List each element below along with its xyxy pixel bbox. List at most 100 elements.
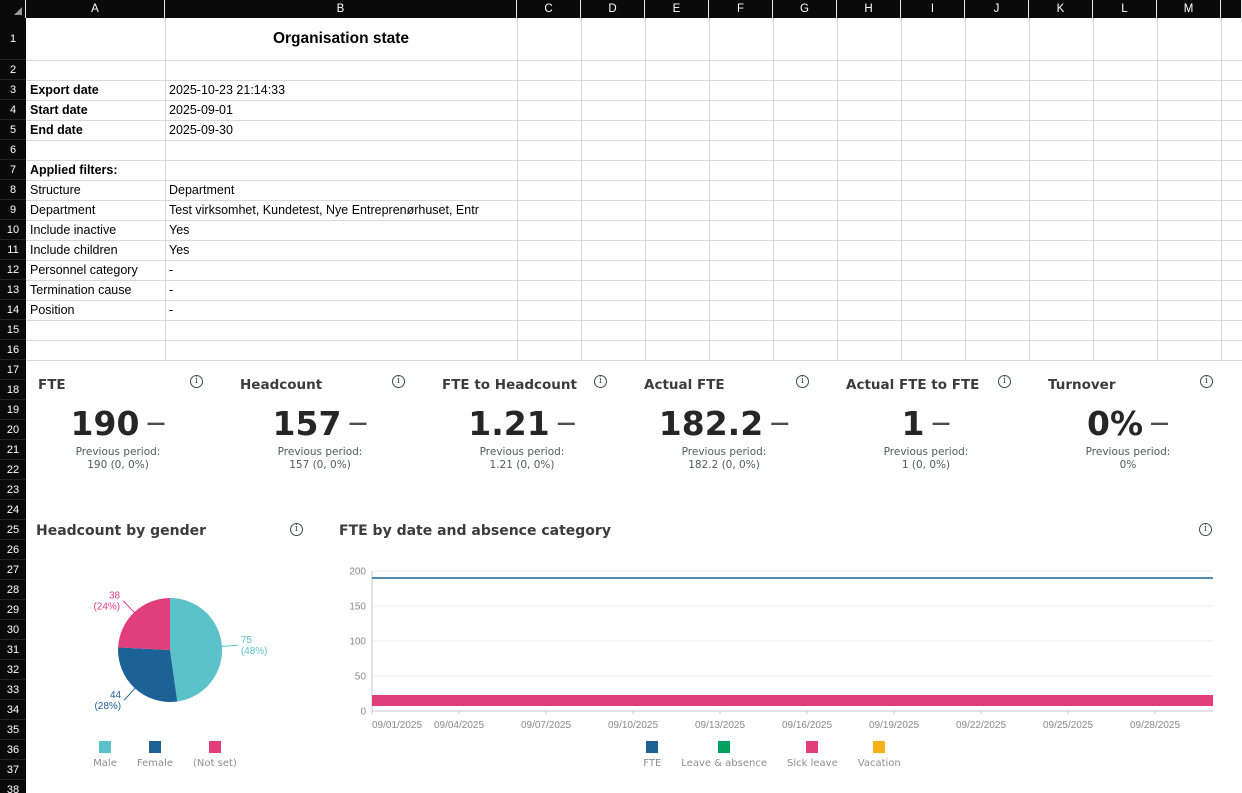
trend-flat-icon: — xyxy=(348,412,368,434)
row-header-6[interactable]: 6 xyxy=(0,140,26,160)
row-header-7[interactable]: 7 xyxy=(0,160,26,180)
row-header-8[interactable]: 8 xyxy=(0,180,26,200)
row-header-33[interactable]: 33 xyxy=(0,680,26,700)
cell-B5[interactable]: 2025-09-30 xyxy=(169,120,516,140)
cell-B4[interactable]: 2025-09-01 xyxy=(169,100,516,120)
row-header-35[interactable]: 35 xyxy=(0,720,26,740)
column-header-F[interactable]: F xyxy=(709,0,773,18)
cell-A12[interactable]: Personnel category xyxy=(30,260,165,280)
row-header-3[interactable]: 3 xyxy=(0,80,26,100)
row-header-36[interactable]: 36 xyxy=(0,740,26,760)
row-header-24[interactable]: 24 xyxy=(0,500,26,520)
row-header-29[interactable]: 29 xyxy=(0,600,26,620)
info-icon[interactable]: i xyxy=(190,375,203,388)
info-icon-pie[interactable]: i xyxy=(290,523,303,536)
row-header-32[interactable]: 32 xyxy=(0,660,26,680)
kpi-header: FTE to Headcount xyxy=(442,374,602,393)
trend-flat-icon: — xyxy=(770,412,790,434)
row-header-23[interactable]: 23 xyxy=(0,480,26,500)
row-header-27[interactable]: 27 xyxy=(0,560,26,580)
row-header-31[interactable]: 31 xyxy=(0,640,26,660)
cell-B11[interactable]: Yes xyxy=(169,240,516,260)
column-header-L[interactable]: L xyxy=(1093,0,1157,18)
cell-A13[interactable]: Termination cause xyxy=(30,280,165,300)
info-icon[interactable]: i xyxy=(796,375,809,388)
column-header-C[interactable]: C xyxy=(517,0,581,18)
row-header-14[interactable]: 14 xyxy=(0,300,26,320)
row-header-21[interactable]: 21 xyxy=(0,440,26,460)
column-header-M[interactable]: M xyxy=(1157,0,1221,18)
cell-A14[interactable]: Position xyxy=(30,300,165,320)
pie-chart[interactable]: 75(48%) 44(28%) 38(24%) xyxy=(30,540,330,740)
column-header-G[interactable]: G xyxy=(773,0,837,18)
trend-flat-icon: — xyxy=(1150,412,1170,434)
row-header-10[interactable]: 10 xyxy=(0,220,26,240)
cell-A9[interactable]: Department xyxy=(30,200,165,220)
cell-B3[interactable]: 2025-10-23 21:14:33 xyxy=(169,80,516,100)
row-header-13[interactable]: 13 xyxy=(0,280,26,300)
cell-B13[interactable]: - xyxy=(169,280,516,300)
row-header-25[interactable]: 25 xyxy=(0,520,26,540)
column-header-K[interactable]: K xyxy=(1029,0,1093,18)
kpi-value: 182.2 — xyxy=(644,403,804,444)
row-header-38[interactable]: 38 xyxy=(0,780,26,793)
info-icon[interactable]: i xyxy=(392,375,405,388)
column-header-D[interactable]: D xyxy=(581,0,645,18)
select-all-triangle-icon xyxy=(14,7,22,15)
pie-label-leader xyxy=(219,644,238,647)
row-header-11[interactable]: 11 xyxy=(0,240,26,260)
column-header-A[interactable]: A xyxy=(26,0,165,18)
kpi-previous: Previous period: 190 (0, 0%) xyxy=(38,446,198,472)
cell-B8[interactable]: Department xyxy=(169,180,516,200)
row-header-2[interactable]: 2 xyxy=(0,60,26,80)
row-header-22[interactable]: 22 xyxy=(0,460,26,480)
column-header-I[interactable]: I xyxy=(901,0,965,18)
cell-report-title[interactable]: Organisation state xyxy=(165,18,517,60)
x-tick-label: 09/25/2025 xyxy=(1043,720,1093,731)
cell-B10[interactable]: Yes xyxy=(169,220,516,240)
row-header-16[interactable]: 16 xyxy=(0,340,26,360)
pie-label-value: 44 xyxy=(110,690,122,701)
kpi-previous-value: 1 (0, 0%) xyxy=(901,459,951,471)
info-icon[interactable]: i xyxy=(1200,375,1213,388)
row-header-37[interactable]: 37 xyxy=(0,760,26,780)
cell-B14[interactable]: - xyxy=(169,300,516,320)
line-chart[interactable]: 0 50 100 150 200 09/01/2025 09/04/2025 09/07/20… xyxy=(330,555,1230,740)
info-icon[interactable]: i xyxy=(594,375,607,388)
column-header-H[interactable]: H xyxy=(837,0,901,18)
row-header-26[interactable]: 26 xyxy=(0,540,26,560)
row-header-4[interactable]: 4 xyxy=(0,100,26,120)
row-header-30[interactable]: 30 xyxy=(0,620,26,640)
cell-A10[interactable]: Include inactive xyxy=(30,220,165,240)
kpi-previous-label: Previous period: xyxy=(75,446,161,458)
row-header-15[interactable]: 15 xyxy=(0,320,26,340)
legend-item-female: Female xyxy=(137,741,173,769)
row-header-12[interactable]: 12 xyxy=(0,260,26,280)
cell-B9[interactable]: Test virksomhet, Kundetest, Nye Entrepre… xyxy=(169,200,516,220)
row-header-5[interactable]: 5 xyxy=(0,120,26,140)
cell-A8[interactable]: Structure xyxy=(30,180,165,200)
column-header-J[interactable]: J xyxy=(965,0,1029,18)
cell-A3[interactable]: Export date xyxy=(30,80,165,100)
info-icon[interactable]: i xyxy=(998,375,1011,388)
row-header-28[interactable]: 28 xyxy=(0,580,26,600)
column-header-B[interactable]: B xyxy=(165,0,517,18)
cell-A4[interactable]: Start date xyxy=(30,100,165,120)
cell-A11[interactable]: Include children xyxy=(30,240,165,260)
cell-A5[interactable]: End date xyxy=(30,120,165,140)
row-header-17[interactable]: 17 xyxy=(0,360,26,380)
row-header-18[interactable]: 18 xyxy=(0,380,26,400)
select-all-button[interactable] xyxy=(0,0,26,18)
row-header-20[interactable]: 20 xyxy=(0,420,26,440)
cell-B12[interactable]: - xyxy=(169,260,516,280)
row-header-34[interactable]: 34 xyxy=(0,700,26,720)
legend-swatch-female xyxy=(148,741,161,753)
legend-item-sick-leave: Sick leave xyxy=(787,741,838,769)
cell-A7[interactable]: Applied filters: xyxy=(30,160,165,180)
row-header-1[interactable]: 1 xyxy=(0,18,26,60)
row-header-19[interactable]: 19 xyxy=(0,400,26,420)
info-icon-line[interactable]: i xyxy=(1199,523,1212,536)
pie-slice-female xyxy=(118,647,178,703)
column-header-E[interactable]: E xyxy=(645,0,709,18)
row-header-9[interactable]: 9 xyxy=(0,200,26,220)
